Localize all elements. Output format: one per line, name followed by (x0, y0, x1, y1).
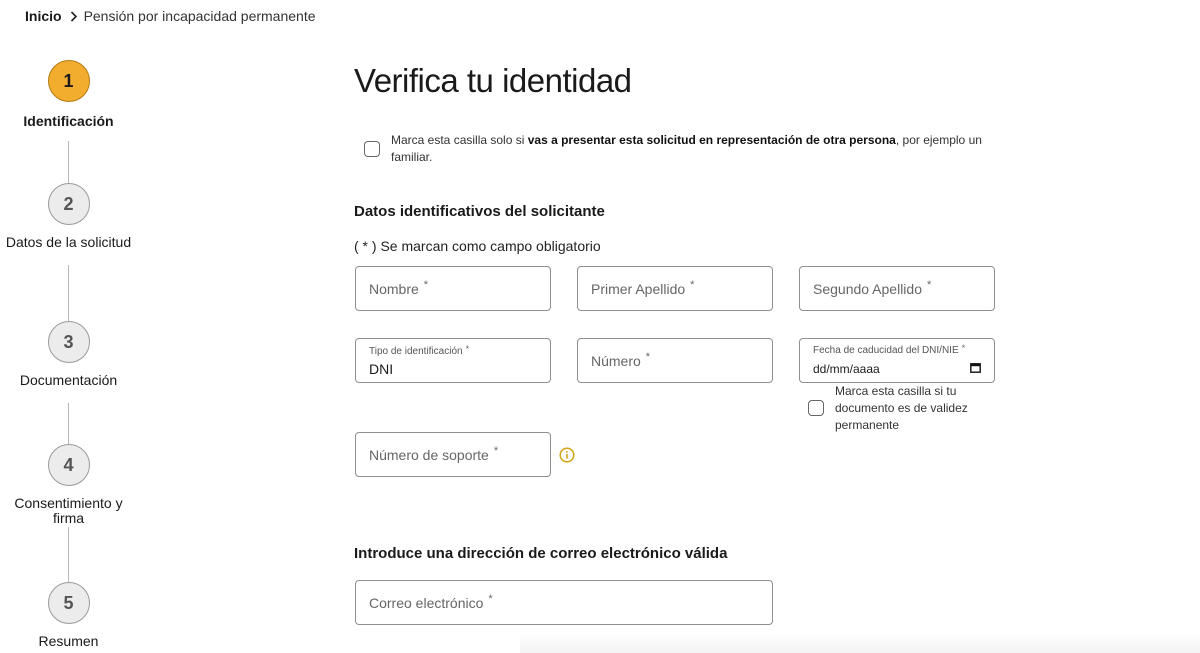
step-number: 4 (47, 444, 90, 486)
email-section-title: Introduce una dirección de correo electr… (354, 545, 728, 562)
step-label: Identificación (23, 113, 114, 129)
numero-soporte-field[interactable]: Número de soporte * (355, 432, 551, 477)
calendar-icon[interactable] (970, 360, 981, 378)
progress-stepper: 1 Identificación 2 Datos de la solicitud… (0, 0, 137, 653)
required-note: ( * ) Se marcan como campo obligatorio (354, 238, 601, 254)
step-label: Documentación (19, 372, 118, 388)
step-datos-solicitud: 2 Datos de la solicitud (0, 183, 137, 250)
step-resumen: 5 Resumen (0, 582, 137, 649)
representation-label: Marca esta casilla solo si vas a present… (391, 133, 982, 164)
step-documentacion: 3 Documentación (0, 321, 137, 388)
step-number: 3 (47, 321, 90, 363)
step-identificacion: 1 Identificación (0, 60, 137, 129)
step-label: Resumen (38, 633, 99, 649)
step-connector (68, 403, 69, 444)
tipo-identificacion-select[interactable]: Tipo de identificación * DNI (355, 338, 551, 383)
step-connector (68, 141, 69, 183)
fecha-caducidad-field[interactable]: Fecha de caducidad del DNI/NIE * dd/mm/aa… (799, 338, 995, 383)
applicant-section-title: Datos identificativos del solicitante (354, 203, 605, 220)
permanent-validity-checkbox[interactable] (808, 400, 824, 416)
email-field[interactable]: Correo electrónico * (355, 580, 773, 625)
representation-option: Marca esta casilla solo si vas a present… (364, 132, 1004, 166)
page-title: Verifica tu identidad (354, 62, 632, 99)
step-label: Datos de la solicitud (5, 234, 132, 250)
step-connector (68, 265, 69, 321)
segundo-apellido-field[interactable]: Segundo Apellido * (799, 266, 995, 311)
step-number: 1 (47, 60, 90, 102)
permanent-validity-label: Marca esta casilla si tu documento es de… (835, 384, 968, 432)
primer-apellido-field[interactable]: Primer Apellido * (577, 266, 773, 311)
bottom-shadow (520, 633, 1200, 653)
step-connector (68, 527, 69, 582)
numero-field[interactable]: Número * (577, 338, 773, 383)
step-consentimiento: 4 Consentimiento y firma (0, 444, 137, 526)
representation-checkbox[interactable] (364, 141, 380, 157)
info-icon[interactable] (559, 447, 575, 463)
permanent-validity-option: Marca esta casilla si tu documento es de… (808, 383, 998, 434)
step-number: 2 (47, 183, 90, 225)
step-number: 5 (47, 582, 90, 624)
nombre-field[interactable]: Nombre * (355, 266, 551, 311)
step-label: Consentimiento y firma (14, 495, 123, 526)
